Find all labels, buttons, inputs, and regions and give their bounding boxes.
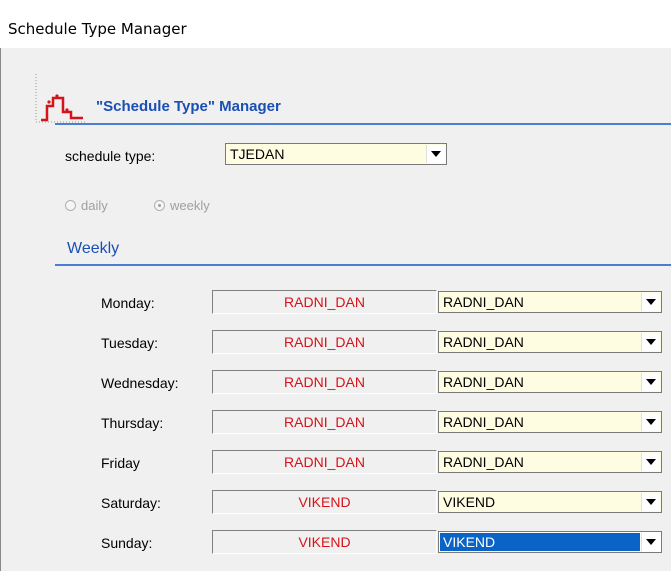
- radio-weekly-indicator: [154, 200, 165, 211]
- schedule-dropdown-sunday[interactable]: VIKEND: [438, 531, 662, 553]
- day-label-saturday: Saturday:: [101, 495, 161, 511]
- schedule-type-manager-window: Schedule Type Manager "Schedule Type" Ma…: [0, 0, 671, 571]
- schedule-dropdown-value: RADNI_DAN: [443, 454, 524, 470]
- chevron-down-icon[interactable]: [641, 453, 660, 471]
- schedule-dropdown-value: VIKEND: [443, 494, 496, 510]
- daily-radio-label: daily: [81, 198, 108, 213]
- schedule-dropdown-thursday[interactable]: RADNI_DAN: [438, 411, 662, 433]
- schedule-dropdown-saturday[interactable]: VIKEND: [438, 491, 662, 513]
- schedule-dropdown-tuesday[interactable]: RADNI_DAN: [438, 331, 662, 353]
- chevron-down-icon[interactable]: [641, 493, 660, 511]
- title-bar: Schedule Type Manager: [0, 0, 671, 48]
- current-schedule-monday: RADNI_DAN: [212, 290, 437, 314]
- schedule-dropdown-value: RADNI_DAN: [443, 414, 524, 430]
- current-schedule-wednesday: RADNI_DAN: [212, 370, 437, 394]
- radio-daily-indicator: [65, 200, 76, 211]
- schedule-dropdown-value: RADNI_DAN: [443, 334, 524, 350]
- schedule-dropdown-value: VIKEND: [440, 533, 640, 551]
- current-schedule-friday: RADNI_DAN: [212, 450, 437, 474]
- day-label-tuesday: Tuesday:: [101, 335, 159, 351]
- schedule-dropdown-wednesday[interactable]: RADNI_DAN: [438, 371, 662, 393]
- header-title: "Schedule Type" Manager: [96, 98, 281, 115]
- header-divider: [55, 123, 671, 125]
- schedule-dropdown-value: RADNI_DAN: [443, 294, 524, 310]
- day-label-wednesday: Wednesday:: [101, 375, 179, 391]
- schedule-type-value: TJEDAN: [230, 146, 285, 162]
- schedule-dropdown-monday[interactable]: RADNI_DAN: [438, 291, 662, 313]
- chevron-down-icon[interactable]: [641, 293, 660, 311]
- weekly-section-title: Weekly: [67, 240, 120, 257]
- current-schedule-thursday: RADNI_DAN: [212, 410, 437, 434]
- weekly-radio-label: weekly: [170, 198, 210, 213]
- day-label-monday: Monday:: [101, 295, 155, 311]
- schedule-type-label: schedule type:: [65, 148, 156, 164]
- schedule-dropdown-friday[interactable]: RADNI_DAN: [438, 451, 662, 473]
- weekly-divider: [55, 264, 671, 266]
- schedule-chart-icon: [35, 74, 85, 123]
- day-label-thursday: Thursday:: [101, 415, 164, 431]
- chevron-down-icon[interactable]: [641, 373, 660, 391]
- day-label-friday: Friday: [101, 455, 140, 471]
- weekly-radio[interactable]: weekly: [154, 198, 210, 213]
- chevron-down-icon[interactable]: [641, 333, 660, 351]
- window-title: Schedule Type Manager: [8, 20, 187, 38]
- schedule-dropdown-value: RADNI_DAN: [443, 374, 524, 390]
- daily-radio[interactable]: daily: [65, 198, 108, 213]
- dialog-content: "Schedule Type" Manager schedule type: T…: [1, 48, 671, 571]
- current-schedule-tuesday: RADNI_DAN: [212, 330, 437, 354]
- chevron-down-icon[interactable]: [426, 145, 445, 163]
- current-schedule-sunday: VIKEND: [212, 530, 437, 554]
- chevron-down-icon[interactable]: [641, 413, 660, 431]
- schedule-type-dropdown[interactable]: TJEDAN: [225, 143, 447, 165]
- current-schedule-saturday: VIKEND: [212, 490, 437, 514]
- chevron-down-icon[interactable]: [641, 533, 660, 551]
- day-label-sunday: Sunday:: [101, 535, 153, 551]
